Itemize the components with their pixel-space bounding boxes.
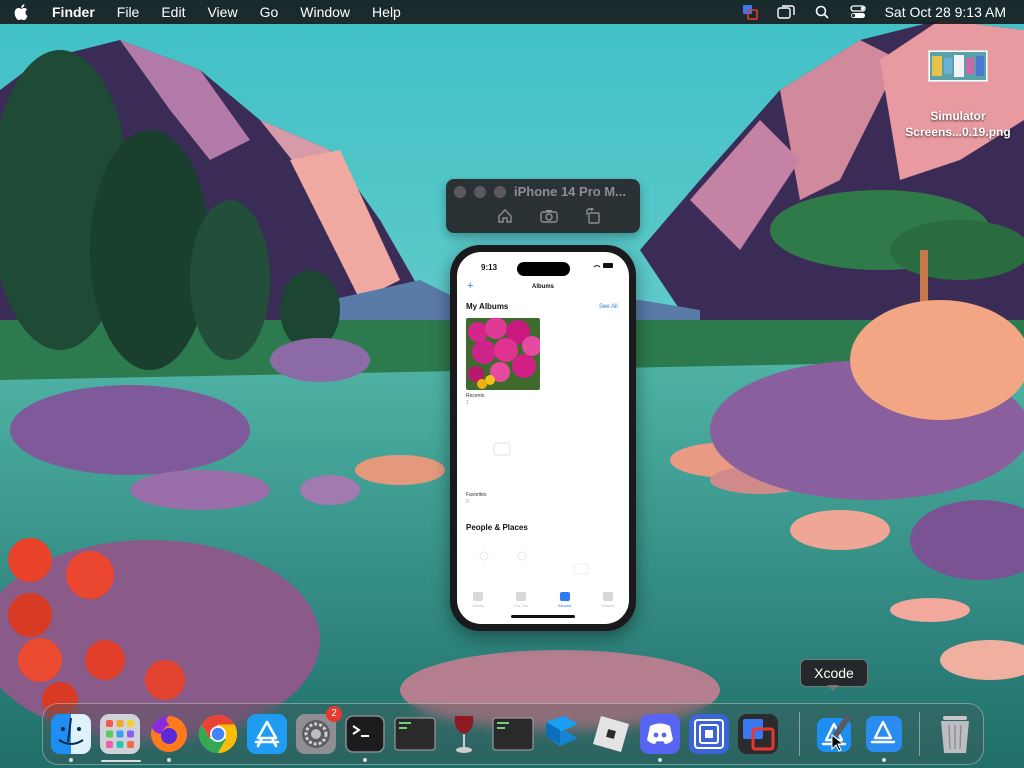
- file-name-line1: Simulator: [930, 109, 986, 123]
- favorites-placeholder-icon: [493, 442, 511, 461]
- running-indicator: [167, 758, 171, 762]
- rotate-icon[interactable]: [584, 207, 602, 225]
- iphone-simulator[interactable]: 9:13 + Albums My Albums See All Recents …: [450, 245, 636, 631]
- file-thumbnail: [928, 50, 988, 82]
- dock-simulator-icon[interactable]: [862, 712, 906, 756]
- tab-library[interactable]: Library: [472, 592, 484, 608]
- tab-albums[interactable]: Albums: [558, 592, 571, 608]
- favorites-count: 0: [466, 499, 469, 505]
- search-icon[interactable]: [813, 4, 831, 20]
- dock-trash-icon[interactable]: [933, 712, 977, 756]
- dock-app-store-icon[interactable]: [245, 712, 289, 756]
- dock-mirroring-icon[interactable]: [736, 712, 780, 756]
- status-time: 9:13: [481, 263, 498, 272]
- dock-chrome-icon[interactable]: [196, 712, 240, 756]
- menu-window[interactable]: Window: [300, 4, 350, 20]
- dock-tooltip: Xcode: [800, 659, 868, 687]
- menu-help[interactable]: Help: [372, 4, 401, 20]
- my-albums-heading: My Albums: [466, 302, 509, 311]
- dock-system-settings-icon[interactable]: 2: [294, 706, 342, 756]
- control-center-icon[interactable]: [849, 4, 867, 20]
- phone-screen[interactable]: 9:13 + Albums My Albums See All Recents …: [457, 252, 629, 624]
- simulator-title: iPhone 14 Pro M...: [514, 184, 626, 199]
- window-icon[interactable]: [776, 4, 795, 20]
- dock-discord-icon[interactable]: [638, 712, 682, 756]
- menu-go[interactable]: Go: [260, 4, 279, 20]
- map-icon: [573, 562, 589, 580]
- menu-app-finder[interactable]: Finder: [52, 4, 95, 20]
- desktop-file-screenshot[interactable]: Simulator Screens...0.19.png: [896, 50, 1020, 140]
- dock-finder-icon[interactable]: [49, 712, 93, 756]
- tooltip-arrow: [827, 685, 839, 691]
- dock-separator: [799, 712, 800, 756]
- favorites-label: Favorites: [466, 492, 487, 498]
- launchpad-bar: [101, 760, 141, 762]
- dock-terminal-icon[interactable]: [343, 712, 387, 756]
- menu-clock[interactable]: Sat Oct 28 9:13 AM: [885, 4, 1006, 20]
- see-all-link[interactable]: See All: [599, 304, 618, 310]
- home-icon[interactable]: [496, 207, 514, 225]
- notification-badge: 2: [326, 706, 342, 722]
- dock-separator: [919, 712, 920, 756]
- menu-bar: Finder File Edit View Go Window Help Sat…: [0, 0, 1024, 24]
- screenshot-icon[interactable]: [540, 207, 558, 225]
- home-indicator[interactable]: [511, 615, 575, 618]
- recents-label: Recents: [466, 393, 485, 399]
- close-button[interactable]: [454, 186, 466, 198]
- simulator-toolbar: iPhone 14 Pro M...: [446, 179, 640, 233]
- dock-launchpad-icon[interactable]: [98, 712, 142, 756]
- recents-album-thumbnail[interactable]: [466, 318, 540, 390]
- people-places-heading: People & Places: [466, 523, 528, 532]
- apple-menu-icon[interactable]: [14, 4, 34, 20]
- dock-console-2-icon[interactable]: [491, 712, 535, 756]
- dock-frame-icon[interactable]: [687, 712, 731, 756]
- menu-file[interactable]: File: [117, 4, 140, 20]
- screen-mirror-icon[interactable]: [741, 4, 759, 20]
- menu-edit[interactable]: Edit: [161, 4, 185, 20]
- running-indicator: [69, 758, 73, 762]
- dock-console-icon[interactable]: [393, 712, 437, 756]
- file-name-line2: Screens...0.19.png: [905, 125, 1011, 139]
- mouse-pointer-icon: [831, 733, 845, 757]
- dock-wine-icon[interactable]: [442, 712, 486, 756]
- places-icon: [515, 548, 529, 566]
- camera-dot: [556, 262, 570, 276]
- dock-firefox-icon[interactable]: [147, 712, 191, 756]
- running-indicator: [363, 758, 367, 762]
- nav-title: Albums: [531, 284, 554, 290]
- zoom-button[interactable]: [494, 186, 506, 198]
- tab-search[interactable]: Search: [601, 592, 614, 608]
- running-indicator: [658, 758, 662, 762]
- recents-count: 1: [466, 400, 469, 406]
- people-icon: [477, 548, 491, 566]
- phone-tab-bar: Library For You Albums Search: [457, 592, 629, 608]
- minimize-button[interactable]: [474, 186, 486, 198]
- tab-for-you[interactable]: For You: [514, 592, 528, 608]
- menu-view[interactable]: View: [207, 4, 237, 20]
- dock-studio-icon[interactable]: [540, 712, 584, 756]
- status-indicators: [593, 262, 615, 270]
- running-indicator: [882, 758, 886, 762]
- dock-roblox-icon[interactable]: [589, 712, 633, 756]
